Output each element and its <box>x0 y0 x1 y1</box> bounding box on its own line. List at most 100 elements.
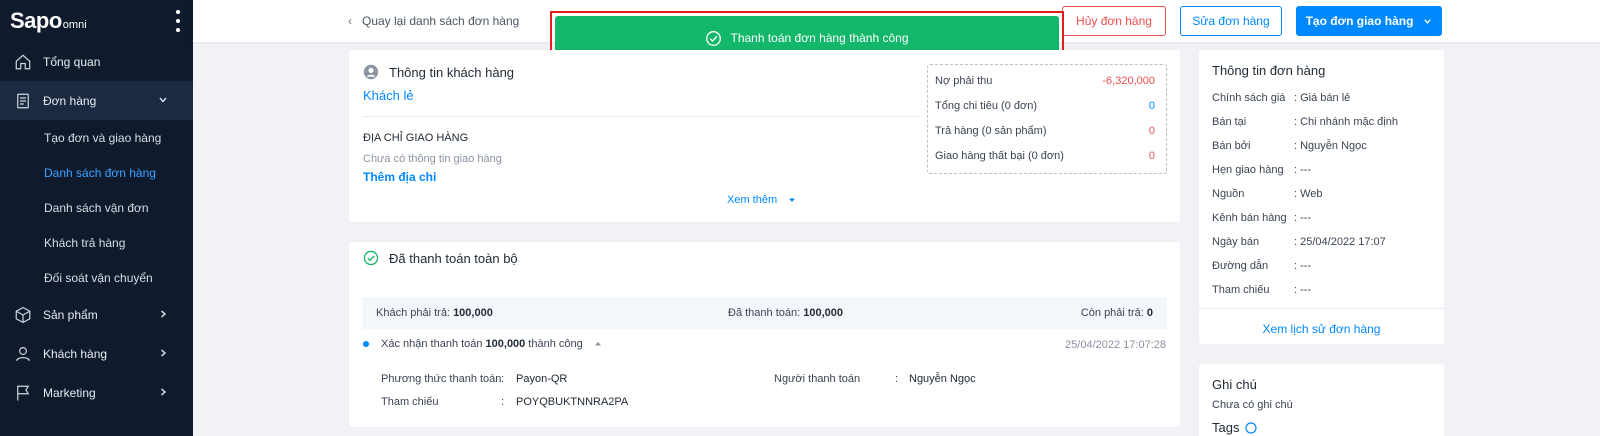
note-empty-text: Chưa có ghi chú <box>1212 399 1293 411</box>
stat-value: 0 <box>1148 100 1155 112</box>
info-value: : Nguyễn Ngọc <box>1294 140 1367 152</box>
info-value: : --- <box>1294 212 1312 224</box>
payment-card: Đã thanh toán toàn bộ Khách phải trả: 10… <box>349 242 1180 427</box>
summary-value: 100,000 <box>453 307 493 319</box>
info-value: : --- <box>1294 260 1312 272</box>
see-more-button[interactable]: Xem thêm <box>727 194 797 206</box>
order-info-row: Nguồn: Web <box>1212 188 1323 200</box>
reference-label: Tham chiếu <box>381 396 439 408</box>
see-more-label: Xem thêm <box>727 194 778 206</box>
stat-value: -6,320,000 <box>1102 75 1155 87</box>
sidebar-item-label: Khách hàng <box>43 346 108 361</box>
back-to-order-list-link[interactable]: ‹ Quay lại danh sách đơn hàng <box>348 14 519 28</box>
reference-value: POYQBUKTNNRA2PA <box>516 396 629 408</box>
info-key: Bán tại <box>1212 116 1247 128</box>
customer-pay-summary: Khách phải trả: 100,000 <box>376 307 493 319</box>
user-circle-icon <box>363 64 379 80</box>
customer-card-title: Thông tin khách hàng <box>363 64 514 80</box>
order-info-row: Bán tại: Chi nhánh mặc định <box>1212 116 1398 128</box>
shipping-address-heading: ĐỊA CHỈ GIAO HÀNG <box>363 132 469 144</box>
order-info-row: Chính sách giá: Giá bán lẻ <box>1212 92 1350 104</box>
edit-order-button[interactable]: Sửa đơn hàng <box>1180 6 1282 36</box>
payment-card-title-text: Đã thanh toán toàn bộ <box>389 250 518 266</box>
chevron-right-icon <box>161 310 167 318</box>
sidebar-subitem-reconciliation[interactable]: Đối soát vận chuyển <box>0 260 193 295</box>
stat-value: 0 <box>1148 150 1155 162</box>
sidebar-subitem-create-order[interactable]: Tạo đơn và giao hàng <box>0 120 193 155</box>
customer-card-title-text: Thông tin khách hàng <box>389 64 515 80</box>
create-shipment-label: Tạo đơn giao hàng <box>1305 14 1414 28</box>
info-key: Chính sách giá <box>1212 92 1286 104</box>
sidebar-item-marketing[interactable]: Marketing <box>0 373 193 412</box>
user-icon <box>16 346 30 361</box>
sidebar-item-label: Marketing <box>43 385 96 400</box>
customer-info-card: Thông tin khách hàng Khách lẻ ĐỊA CHỈ GI… <box>349 50 1180 222</box>
sidebar-subitem-shipments[interactable]: Danh sách vận đơn <box>0 190 193 225</box>
payer-label: Người thanh toán <box>774 373 861 385</box>
stat-label: Nợ phải thu <box>935 75 993 87</box>
logo-row: Sapo omni <box>0 0 193 42</box>
stat-label: Tổng chi tiêu (0 đơn) <box>935 100 1037 112</box>
order-info-row: Đường dẫn : --- <box>1212 260 1311 272</box>
box-icon <box>15 306 31 323</box>
home-icon <box>15 53 31 69</box>
order-info-row: Kênh bán hàng : --- <box>1212 212 1311 224</box>
sidebar-item-orders[interactable]: Đơn hàng <box>0 81 193 120</box>
chevron-left-icon: ‹ <box>348 14 352 28</box>
stat-row-failed-delivery: Giao hàng thất bại (0 đơn) 0 <box>935 150 1155 162</box>
info-key: Bán bởi <box>1212 140 1251 152</box>
order-info-card: Thông tin đơn hàng Chính sách giá: Giá b… <box>1199 50 1444 344</box>
chevron-down-icon <box>1424 18 1432 24</box>
logo-main-text: Sapo <box>10 8 62 33</box>
stat-label: Trả hàng (0 sản phẩm) <box>935 125 1047 137</box>
stat-row-total-spend: Tổng chi tiêu (0 đơn) 0 <box>935 100 1155 112</box>
chevron-right-icon <box>161 349 167 357</box>
info-value: : --- <box>1294 284 1312 296</box>
divider <box>1199 308 1444 309</box>
note-card: Ghi chú Chưa có ghi chú Tags <box>1199 364 1444 436</box>
note-title: Ghi chú <box>1212 377 1257 392</box>
stat-label: Giao hàng thất bại (0 đơn) <box>935 150 1064 162</box>
stat-row-receivable: Nợ phải thu -6,320,000 <box>935 75 1155 87</box>
stat-row-returns: Trả hàng (0 sản phẩm) 0 <box>935 125 1155 137</box>
sidebar-subitem-returns[interactable]: Khách trả hàng <box>0 225 193 260</box>
paid-summary: Đã thanh toán: 100,000 <box>728 307 843 319</box>
confirm-timestamp: 25/04/2022 17:07:28 <box>1065 339 1166 351</box>
create-shipment-button[interactable]: Tạo đơn giao hàng <box>1296 6 1442 36</box>
payment-confirm-row[interactable]: Xác nhận thanh toán 100,000 thành công <box>381 338 603 350</box>
order-history-link[interactable]: Xem lịch sử đơn hàng <box>1199 322 1444 336</box>
divider <box>363 116 919 117</box>
sidebar-item-overview[interactable]: Tổng quan <box>0 42 193 81</box>
order-info-row: Tham chiếu : --- <box>1212 284 1311 296</box>
order-info-row: Ngày bán: 25/04/2022 17:07 <box>1212 236 1386 248</box>
remaining-summary: Còn phải trả: 0 <box>1081 307 1153 319</box>
customer-name-link[interactable]: Khách lẻ <box>363 88 414 103</box>
info-key: Đường dẫn <box>1212 260 1269 272</box>
sidebar-item-customers[interactable]: Khách hàng <box>0 334 193 373</box>
kebab-menu-icon[interactable] <box>175 10 181 32</box>
confirm-suffix: thành công <box>528 338 583 350</box>
chevron-down-icon <box>159 97 167 103</box>
info-circle-icon[interactable] <box>1245 421 1258 434</box>
check-circle-icon <box>706 30 722 46</box>
chevron-right-icon <box>161 388 167 396</box>
info-value: : --- <box>1294 164 1312 176</box>
sidebar-item-products[interactable]: Sản phẩm <box>0 295 193 334</box>
payer-separator: : <box>895 373 899 385</box>
add-address-link[interactable]: Thêm địa chỉ <box>363 170 436 184</box>
sapo-logo[interactable]: Sapo omni <box>10 8 87 34</box>
sidebar-subitem-order-list[interactable]: Danh sách đơn hàng <box>0 155 193 190</box>
payer-value: Nguyễn Ngọc <box>909 373 976 385</box>
order-info-row: Bán bởi : Nguyễn Ngọc <box>1212 140 1367 152</box>
method-separator: : <box>501 373 505 385</box>
info-key: Tham chiếu <box>1212 284 1270 296</box>
summary-value: 100,000 <box>803 307 843 319</box>
info-key: Kênh bán hàng <box>1212 212 1287 224</box>
stat-value: 0 <box>1148 125 1155 137</box>
order-icon <box>17 93 29 108</box>
caret-up-icon <box>594 342 601 346</box>
summary-label: Còn phải trả: <box>1080 307 1144 319</box>
order-info-title: Thông tin đơn hàng <box>1212 63 1326 78</box>
payment-summary-bar: Khách phải trả: 100,000 Đã thanh toán: 1… <box>362 297 1167 329</box>
cancel-order-button[interactable]: Hủy đơn hàng <box>1062 6 1166 36</box>
